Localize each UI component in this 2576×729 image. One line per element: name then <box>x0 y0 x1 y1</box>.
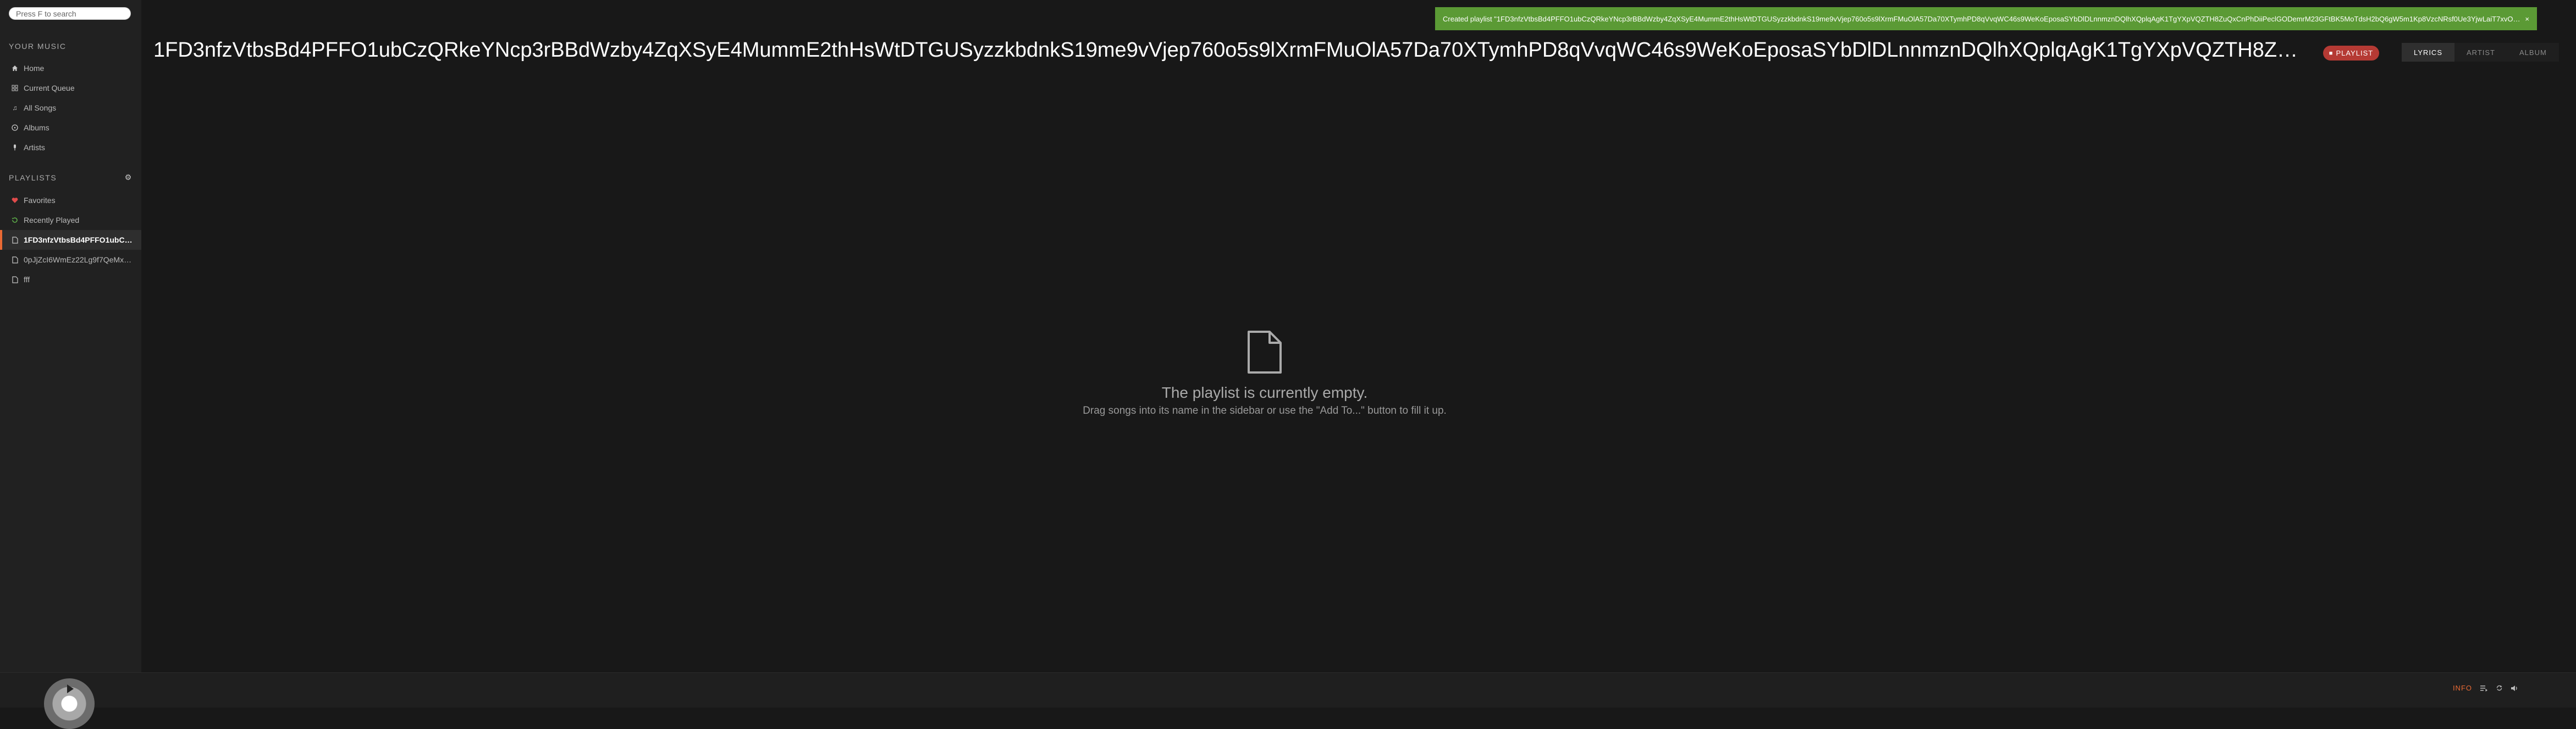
page-title: 1FD3nfzVtbsBd4PFFO1ubCzQRkeYNcp3rBBdWzby… <box>153 39 2303 62</box>
create-playlist-gear-icon[interactable]: ⚙ <box>124 173 132 181</box>
sidebar-item-playlist-active[interactable]: 1FD3nfzVtbsBd4PFFO1ubCzQRkeYNcp3rBBdWzby… <box>0 230 141 250</box>
queue-list-icon[interactable] <box>2480 684 2487 692</box>
tab-lyrics[interactable]: LYRICS <box>2402 43 2454 62</box>
sidebar-item-label: 1FD3nfzVtbsBd4PFFO1ubCzQRkeYNcp3rBBdWzby… <box>24 235 134 244</box>
queue-icon <box>11 84 19 92</box>
playlist-badge-label: PLAYLIST <box>2336 49 2374 57</box>
sidebar-item-playlist[interactable]: fff <box>0 270 141 289</box>
your-music-heading: YOUR MUSIC <box>9 42 67 51</box>
sidebar-item-all-songs[interactable]: ♫ All Songs <box>0 98 141 118</box>
music-note-icon: ♫ <box>12 104 18 112</box>
sidebar-item-home[interactable]: Home <box>0 58 141 78</box>
sidebar-item-albums[interactable]: Albums <box>0 118 141 138</box>
sidebar-item-label: fff <box>24 275 30 284</box>
sidebar-item-label: Albums <box>24 123 49 132</box>
sidebar-item-artists[interactable]: Artists <box>0 138 141 157</box>
file-icon <box>11 276 19 283</box>
toast-message: Created playlist "1FD3nfzVtbsBd4PFFO1ubC… <box>1443 14 2522 23</box>
sidebar-item-label: All Songs <box>24 103 57 112</box>
file-icon: ■ <box>2329 50 2334 57</box>
info-button[interactable]: INFO <box>2453 684 2472 692</box>
sidebar-item-label: Artists <box>24 143 45 152</box>
tab-artist[interactable]: ARTIST <box>2454 43 2507 62</box>
file-icon <box>1248 331 1282 374</box>
file-icon <box>11 236 19 244</box>
close-icon[interactable]: × <box>2525 15 2529 23</box>
sidebar-item-favorites[interactable]: Favorites <box>0 190 141 210</box>
heart-icon <box>11 196 19 204</box>
playlist-badge[interactable]: ■ PLAYLIST <box>2323 46 2379 61</box>
play-icon <box>67 684 74 693</box>
extra-tabs: LYRICS ARTIST ALBUM <box>2402 43 2559 62</box>
microphone-icon <box>11 144 19 151</box>
sidebar-item-label: Home <box>24 64 45 73</box>
sidebar-item-label: Current Queue <box>24 84 75 92</box>
sidebar-item-label: 0pJjZcI6WmEz22Lg9f7QeMxbO <box>24 255 134 264</box>
playlists-heading: PLAYLISTS <box>9 173 57 182</box>
sidebar-item-label: Favorites <box>24 196 56 205</box>
extra-panel <box>2400 62 2576 672</box>
empty-state: The playlist is currently empty. Drag so… <box>1045 330 1485 417</box>
empty-state-subtitle: Drag songs into its name in the sidebar … <box>1083 405 1447 416</box>
player-bar: INFO <box>0 672 2576 729</box>
tab-album[interactable]: ALBUM <box>2507 43 2559 62</box>
history-icon <box>11 216 19 224</box>
footer-controls: INFO <box>2453 684 2518 692</box>
album-icon <box>11 124 19 131</box>
volume-icon[interactable] <box>2511 684 2518 692</box>
sidebar-item-label: Recently Played <box>24 216 80 224</box>
repeat-icon[interactable] <box>2495 684 2503 692</box>
sidebar: YOUR MUSIC Home Current Queue ♫ All Song… <box>0 0 141 672</box>
sidebar-item-recently-played[interactable]: Recently Played <box>0 210 141 230</box>
play-button[interactable] <box>58 678 80 700</box>
search-input[interactable] <box>9 7 131 20</box>
file-icon <box>11 256 19 264</box>
sidebar-item-playlist[interactable]: 0pJjZcI6WmEz22Lg9f7QeMxbO <box>0 250 141 270</box>
sidebar-item-current-queue[interactable]: Current Queue <box>0 78 141 98</box>
empty-state-title: The playlist is currently empty. <box>1161 384 1368 401</box>
home-icon <box>11 64 19 72</box>
toast-notification[interactable]: Created playlist "1FD3nfzVtbsBd4PFFO1ubC… <box>1435 7 2537 30</box>
